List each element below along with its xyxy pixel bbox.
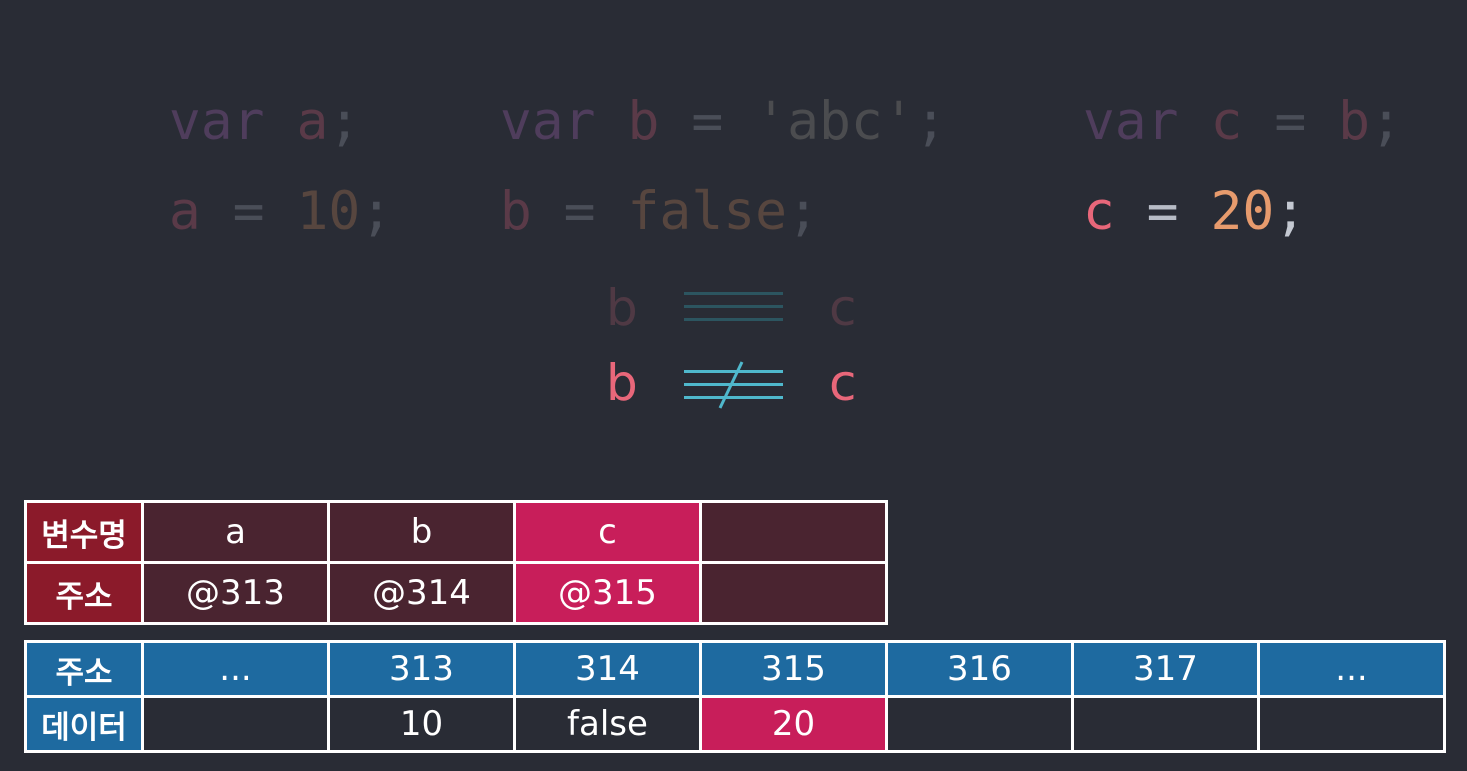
code-stmt-assign-c: c = 20; — [1019, 132, 1306, 238]
number-literal: 20 — [1210, 181, 1275, 242]
variable-address-cell: @313 — [141, 561, 330, 625]
memory-address-cell: ... — [141, 640, 330, 698]
variable-name-cell-highlighted: c — [513, 500, 702, 564]
identifier: c — [1082, 181, 1115, 242]
memory-data-cell: 10 — [327, 695, 516, 753]
memory-data-cell — [885, 695, 1074, 753]
variable-name-header: 변수명 — [24, 500, 144, 564]
identical-bar — [684, 292, 783, 295]
memory-address-header: 주소 — [24, 640, 144, 698]
memory-data-cell — [1257, 695, 1446, 753]
variable-address-cell — [699, 561, 888, 625]
variable-address-cell-highlighted: @315 — [513, 561, 702, 625]
semicolon: ; — [1370, 91, 1403, 152]
variable-name-cell: b — [327, 500, 516, 564]
semicolon: ; — [1274, 181, 1307, 242]
boolean-literal: false — [627, 181, 788, 242]
variable-name-row: 변수명 a b c — [24, 500, 888, 564]
memory-address-cell: 317 — [1071, 640, 1260, 698]
semicolon: ; — [787, 181, 819, 242]
number-literal: 10 — [296, 181, 361, 242]
identifier: a — [168, 181, 201, 242]
variable-name-cell — [699, 500, 888, 564]
not-identical-glyph — [684, 361, 783, 409]
compare-right-1: c — [829, 279, 857, 337]
identical-bar — [684, 318, 783, 321]
variable-name-cell: a — [141, 500, 330, 564]
memory-data-cell — [1071, 695, 1260, 753]
semicolon: ; — [360, 181, 393, 242]
operator: = — [563, 181, 596, 242]
code-stmt-assign-a: a = 10; — [105, 132, 392, 238]
operator: = — [232, 181, 265, 242]
memory-data-cell — [141, 695, 330, 753]
memory-data-cell-highlighted: 20 — [699, 695, 888, 753]
memory-data-cell: false — [513, 695, 702, 753]
operator: = — [1146, 181, 1179, 242]
memory-address-cell: 315 — [699, 640, 888, 698]
memory-address-cell: 314 — [513, 640, 702, 698]
semicolon: ; — [914, 91, 947, 152]
variable-address-row: 주소 @313 @314 @315 — [24, 561, 888, 625]
variable-table: 변수명 a b c 주소 @313 @314 @315 — [24, 500, 888, 625]
memory-address-cell: ... — [1257, 640, 1446, 698]
identifier: b — [499, 181, 532, 242]
not-identical-icon — [684, 360, 783, 410]
identical-icon — [684, 292, 783, 324]
memory-address-cell: 316 — [885, 640, 1074, 698]
memory-address-cell: 313 — [327, 640, 516, 698]
memory-table: 주소 ... 313 314 315 316 317 ... 데이터 10 fa… — [24, 640, 1446, 753]
identifier: b — [1338, 91, 1371, 152]
code-stmt-assign-b: b = false; — [436, 132, 819, 238]
memory-address-row: 주소 ... 313 314 315 316 317 ... — [24, 640, 1446, 698]
memory-data-header: 데이터 — [24, 695, 144, 753]
identical-bar — [684, 305, 783, 308]
compare-right-2: c — [829, 354, 857, 412]
memory-data-row: 데이터 10 false 20 — [24, 695, 1446, 753]
compare-left-1: b — [606, 279, 638, 337]
compare-left-2: b — [606, 354, 638, 412]
variable-address-cell: @314 — [327, 561, 516, 625]
variable-address-header: 주소 — [24, 561, 144, 625]
